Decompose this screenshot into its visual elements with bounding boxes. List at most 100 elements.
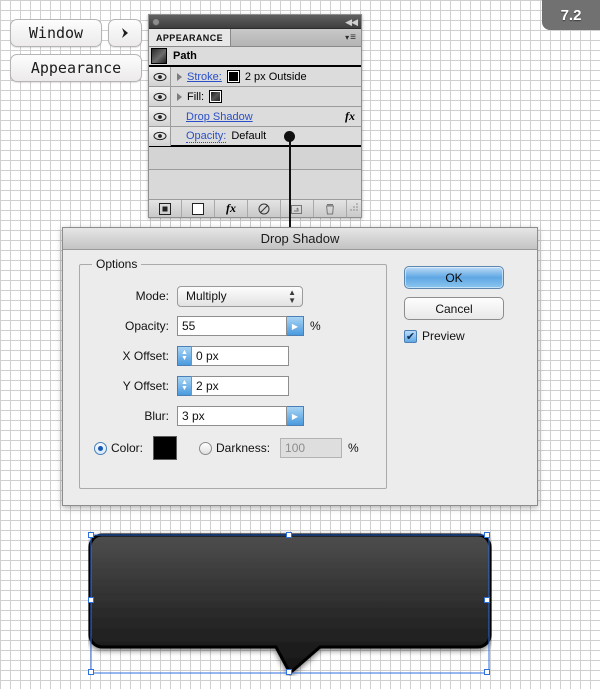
selection-handle[interactable] <box>484 597 490 603</box>
appearance-row-opacity-label[interactable]: Opacity: <box>186 130 227 143</box>
add-new-effect-icon[interactable]: fx <box>215 200 248 217</box>
selection-handle[interactable] <box>88 597 94 603</box>
version-badge: 7.2 <box>542 0 600 30</box>
opacity-unit: % <box>310 319 321 333</box>
preview-label: Preview <box>422 329 465 343</box>
y-offset-value: 2 px <box>196 379 219 393</box>
appearance-row-opacity[interactable]: Opacity: Default <box>149 126 361 147</box>
fill-color-swatch[interactable] <box>209 90 223 103</box>
opacity-label: Opacity: <box>124 319 169 333</box>
appearance-target-row[interactable]: Path <box>149 47 361 67</box>
selection-handle[interactable] <box>286 669 292 675</box>
x-offset-value: 0 px <box>196 349 219 363</box>
x-offset-input[interactable]: 0 px <box>191 346 289 366</box>
x-offset-label: X Offset: <box>122 349 169 363</box>
eye-icon[interactable] <box>149 107 171 126</box>
dialog-title: Drop Shadow <box>260 231 340 246</box>
opacity-value: 55 <box>182 319 196 333</box>
appearance-panel: ◀◀ APPEARANCE ▾ ≡ Path Stroke: 2 px Outsi… <box>148 14 362 218</box>
duplicate-selected-item-icon[interactable] <box>281 200 314 217</box>
callout-dot <box>284 131 295 142</box>
darkness-unit: % <box>348 441 359 455</box>
appearance-row-drop-shadow-label[interactable]: Drop Shadow <box>186 111 253 123</box>
dialog-body: Options Mode: Multiply ▲ ▼ Opacity: 55 ▶ … <box>63 250 537 506</box>
tab-appearance[interactable]: APPEARANCE <box>149 29 232 46</box>
chevron-updown-icon: ▲ ▼ <box>288 287 296 305</box>
panel-titlebar[interactable]: ◀◀ <box>149 15 361 29</box>
resize-grip-icon[interactable] <box>347 203 361 214</box>
menu-button-appearance-label: Appearance <box>30 59 122 77</box>
tab-appearance-label: APPEARANCE <box>156 32 224 43</box>
appearance-row-drop-shadow[interactable]: Drop Shadow fx <box>149 107 361 127</box>
selection-handle[interactable] <box>88 532 94 538</box>
clear-appearance-no-symbol-icon[interactable] <box>248 200 281 217</box>
appearance-row-stroke-value: 2 px Outside <box>244 70 307 83</box>
clear-appearance-icon[interactable] <box>182 200 215 217</box>
cancel-button-label: Cancel <box>435 301 473 316</box>
panel-empty-area <box>149 147 361 170</box>
ok-button-label: OK <box>445 270 463 285</box>
color-darkness-row: Color: Darkness: 100 % <box>94 436 359 460</box>
mode-select[interactable]: Multiply ▲ ▼ <box>177 285 303 307</box>
panel-menu-icon[interactable]: ▾ ≡ <box>345 29 361 46</box>
blur-label: Blur: <box>144 409 169 423</box>
panel-toolbar: fx <box>149 199 361 217</box>
dialog-titlebar[interactable]: Drop Shadow <box>63 228 537 250</box>
eye-icon[interactable] <box>149 126 171 146</box>
callout-line <box>289 136 291 232</box>
darkness-value: 100 <box>285 441 306 455</box>
eye-icon[interactable] <box>149 67 171 86</box>
preview-row[interactable]: ✔ Preview <box>404 329 465 343</box>
drop-shadow-dialog: Drop Shadow Options Mode: Multiply ▲ ▼ Op… <box>62 227 538 506</box>
opacity-popup-arrow-icon[interactable]: ▶ <box>287 316 304 336</box>
cancel-button[interactable]: Cancel <box>404 297 504 320</box>
y-offset-stepper[interactable]: ▲ ▼ <box>177 376 191 396</box>
selection-bounding-box <box>90 534 490 674</box>
y-offset-field-row: Y Offset: ▲ ▼ 2 px <box>83 376 289 396</box>
chevron-right-icon[interactable] <box>108 19 142 47</box>
fx-icon[interactable]: fx <box>345 109 355 124</box>
appearance-row-stroke-label[interactable]: Stroke: <box>187 71 222 83</box>
path-thumbnail <box>151 48 167 64</box>
menu-button-window[interactable]: Window <box>10 19 102 47</box>
selection-handle[interactable] <box>484 532 490 538</box>
panel-tabbar: APPEARANCE ▾ ≡ <box>149 29 361 47</box>
selection-handle[interactable] <box>286 532 292 538</box>
disclosure-triangle-icon[interactable] <box>177 92 182 101</box>
new-art-has-basic-appearance-icon[interactable] <box>149 200 182 217</box>
selection-handle[interactable] <box>88 669 94 675</box>
darkness-radio[interactable] <box>199 441 213 455</box>
opacity-input[interactable]: 55 <box>177 316 287 336</box>
appearance-row-opacity-value: Default <box>231 130 267 142</box>
disclosure-triangle-icon[interactable] <box>177 72 182 81</box>
selection-handle[interactable] <box>484 669 490 675</box>
ok-button[interactable]: OK <box>404 266 504 289</box>
x-offset-field-row: X Offset: ▲ ▼ 0 px <box>83 346 289 366</box>
mode-label: Mode: <box>135 289 169 303</box>
appearance-row-fill[interactable]: Fill: <box>149 87 361 107</box>
appearance-row-fill-label[interactable]: Fill: <box>187 91 204 103</box>
darkness-input[interactable]: 100 <box>280 438 343 458</box>
mode-field-row: Mode: Multiply ▲ ▼ <box>83 285 303 307</box>
preview-checkbox[interactable]: ✔ <box>404 329 417 343</box>
x-offset-stepper[interactable]: ▲ ▼ <box>177 346 191 366</box>
blur-field-row: Blur: 3 px ▶ <box>83 406 304 426</box>
color-label: Color: <box>111 441 144 455</box>
blur-value: 3 px <box>182 409 205 423</box>
artwork-canvas-selection <box>88 531 492 676</box>
delete-selected-item-icon[interactable] <box>314 200 347 217</box>
blur-popup-arrow-icon[interactable]: ▶ <box>287 406 304 426</box>
collapse-arrows-icon[interactable]: ◀◀ <box>345 17 358 27</box>
eye-icon[interactable] <box>149 87 171 106</box>
path-label: Path <box>173 50 197 62</box>
blur-input[interactable]: 3 px <box>177 406 287 426</box>
y-offset-label: Y Offset: <box>122 379 169 393</box>
shadow-color-swatch[interactable] <box>153 436 178 460</box>
close-icon[interactable] <box>152 18 160 26</box>
darkness-label: Darkness: <box>216 441 271 455</box>
stroke-color-swatch[interactable] <box>226 70 240 83</box>
color-radio[interactable] <box>94 441 107 455</box>
y-offset-input[interactable]: 2 px <box>191 376 289 396</box>
menu-button-appearance[interactable]: Appearance <box>10 54 142 82</box>
appearance-row-stroke[interactable]: Stroke: 2 px Outside <box>149 67 361 87</box>
